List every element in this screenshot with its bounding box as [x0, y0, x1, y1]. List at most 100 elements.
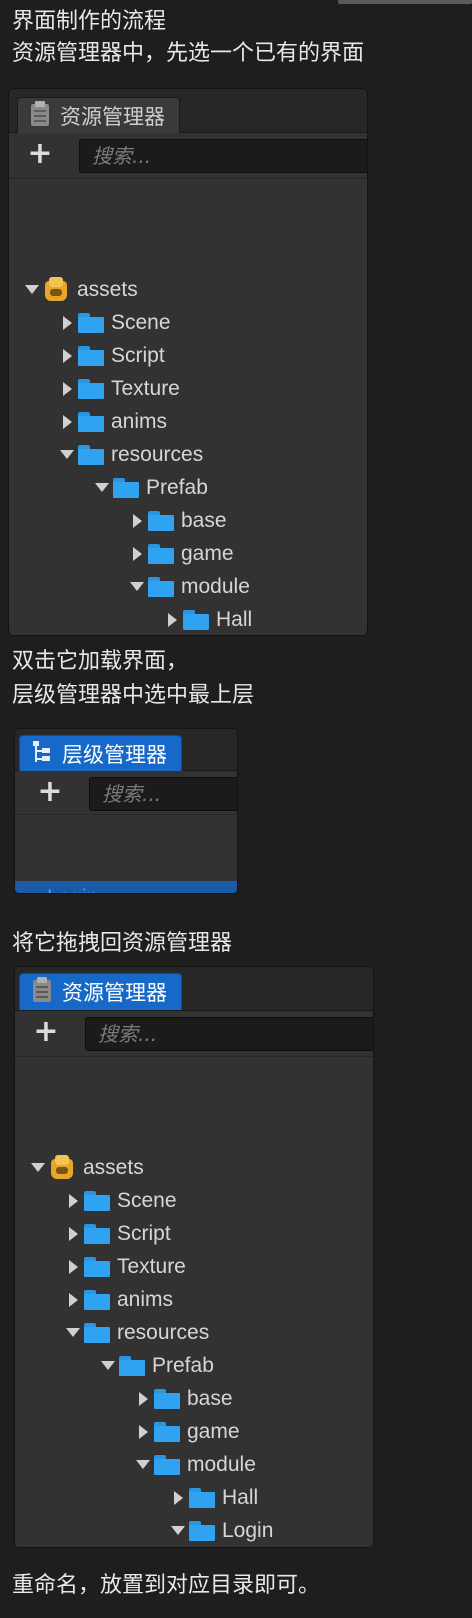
- folder-icon: [84, 1289, 110, 1310]
- tree-row-prefab[interactable]: Prefab: [9, 471, 367, 504]
- assets-db-icon: [49, 1154, 75, 1181]
- collapse-right-arrow-icon[interactable]: [167, 1481, 189, 1514]
- tree-item-label: game: [187, 1419, 240, 1443]
- add-plus-icon[interactable]: +: [31, 1017, 61, 1047]
- tree-row-module[interactable]: module: [9, 570, 367, 603]
- panel-tabbar: 资源管理器: [9, 89, 367, 134]
- add-plus-icon[interactable]: +: [25, 139, 55, 169]
- tree-item-label: anims: [117, 1287, 174, 1311]
- tree-row-base[interactable]: base: [15, 1382, 373, 1415]
- tab-hierarchy-manager[interactable]: 层级管理器: [19, 735, 182, 772]
- tree-row-hall[interactable]: Hall: [9, 603, 367, 635]
- tree-row-resources[interactable]: resources: [15, 1316, 373, 1349]
- collapse-right-arrow-icon[interactable]: [132, 1382, 154, 1415]
- tree-item-label: Hall: [222, 1485, 259, 1509]
- folder-icon: [119, 1355, 145, 1376]
- folder-icon: [154, 1454, 180, 1475]
- tree-row-prefab[interactable]: Prefab: [15, 1349, 373, 1382]
- collapse-right-arrow-icon[interactable]: [62, 1217, 84, 1250]
- collapse-right-arrow-icon[interactable]: [56, 372, 78, 405]
- tree-item-label: assets: [83, 1155, 144, 1179]
- tree-row-hall[interactable]: Hall: [15, 1481, 373, 1514]
- tab-label: 层级管理器: [62, 743, 167, 767]
- tree-row-script[interactable]: Script: [15, 1217, 373, 1250]
- collapse-right-arrow-icon[interactable]: [56, 306, 78, 339]
- tree-row-game[interactable]: game: [15, 1415, 373, 1448]
- folder-icon: [113, 477, 139, 498]
- folder-icon: [189, 1487, 215, 1508]
- caption-title: 界面制作的流程: [12, 9, 167, 34]
- collapse-right-arrow-icon[interactable]: [62, 1184, 84, 1217]
- assets-db-icon: [43, 276, 69, 303]
- tree-item-label: anims: [111, 409, 168, 433]
- expand-down-arrow-icon[interactable]: [91, 471, 113, 504]
- tree-row-assets[interactable]: assets: [9, 273, 367, 306]
- hierarchy-manager-panel: 层级管理器 + 搜索... Loginbtn_login: [14, 728, 238, 894]
- caption-step4: 重命名，放置到对应目录即可。: [12, 1573, 321, 1598]
- folder-icon: [148, 510, 174, 531]
- tree-row-anims[interactable]: anims: [15, 1283, 373, 1316]
- search-input[interactable]: 搜索...: [89, 777, 237, 811]
- tree-row-scene[interactable]: Scene: [15, 1184, 373, 1217]
- tree-item-label: Texture: [117, 1254, 186, 1278]
- tree-row-script[interactable]: Script: [9, 339, 367, 372]
- tree-row-base[interactable]: base: [9, 504, 367, 537]
- tree-item-label: Prefab: [152, 1353, 214, 1377]
- tree-item-label: base: [187, 1386, 233, 1410]
- tree-row-login[interactable]: Login: [15, 1514, 373, 1547]
- tree-row-assets[interactable]: assets: [15, 1151, 373, 1184]
- expand-down-arrow-icon[interactable]: [126, 570, 148, 603]
- expand-down-arrow-icon[interactable]: [56, 438, 78, 471]
- clipboard-icon: [32, 976, 52, 1008]
- expand-down-arrow-icon[interactable]: [27, 1151, 49, 1184]
- tab-asset-manager[interactable]: 资源管理器: [17, 97, 180, 134]
- tree-row-texture[interactable]: Texture: [15, 1250, 373, 1283]
- folder-icon: [148, 576, 174, 597]
- expand-down-arrow-icon[interactable]: [19, 881, 41, 893]
- collapse-right-arrow-icon[interactable]: [126, 537, 148, 570]
- caption-step1: 资源管理器中，先选一个已有的界面: [12, 41, 365, 66]
- collapse-right-arrow-icon[interactable]: [161, 603, 183, 635]
- expand-down-arrow-icon[interactable]: [167, 1514, 189, 1547]
- collapse-right-arrow-icon[interactable]: [132, 1415, 154, 1448]
- tree-row-scene[interactable]: Scene: [9, 306, 367, 339]
- search-input[interactable]: 搜索...: [79, 139, 367, 173]
- folder-icon: [148, 543, 174, 564]
- caption-step2b: 层级管理器中选中最上层: [12, 683, 255, 708]
- hierarchy-tree-icon: [32, 740, 52, 769]
- tree-row-anims[interactable]: anims: [9, 405, 367, 438]
- expand-down-arrow-icon[interactable]: [62, 1316, 84, 1349]
- tree-row-game[interactable]: game: [9, 537, 367, 570]
- asset-manager-panel-1: 资源管理器 + 搜索... assets Scene Script Texture an…: [8, 88, 368, 636]
- tree-row-login[interactable]: Login: [15, 881, 237, 893]
- expand-down-arrow-icon[interactable]: [132, 1448, 154, 1481]
- tree-item-label: Hall: [216, 607, 253, 631]
- tree-item-label: resources: [111, 442, 204, 466]
- folder-icon: [189, 1520, 215, 1541]
- collapse-right-arrow-icon[interactable]: [62, 1250, 84, 1283]
- tree-row-login[interactable]: Login: [15, 1547, 374, 1548]
- tree-item-label: Script: [111, 343, 165, 367]
- tree-row-module[interactable]: module: [15, 1448, 373, 1481]
- collapse-right-arrow-icon[interactable]: [56, 405, 78, 438]
- tree-item-label: Login: [222, 1518, 274, 1542]
- folder-icon: [84, 1223, 110, 1244]
- add-plus-icon[interactable]: +: [35, 777, 65, 807]
- folder-icon: [78, 378, 104, 399]
- folder-icon: [183, 609, 209, 630]
- tree-item-label: Scene: [117, 1188, 177, 1212]
- tree-row-texture[interactable]: Texture: [9, 372, 367, 405]
- tab-label: 资源管理器: [62, 981, 167, 1005]
- tab-label: 资源管理器: [60, 105, 165, 129]
- expand-down-arrow-icon[interactable]: [97, 1349, 119, 1382]
- tree-item-label: Texture: [111, 376, 180, 400]
- tab-asset-manager[interactable]: 资源管理器: [19, 973, 182, 1010]
- tree-row-resources[interactable]: resources: [9, 438, 367, 471]
- collapse-right-arrow-icon[interactable]: [126, 504, 148, 537]
- collapse-right-arrow-icon[interactable]: [62, 1283, 84, 1316]
- folder-icon: [154, 1421, 180, 1442]
- collapse-right-arrow-icon[interactable]: [56, 339, 78, 372]
- expand-down-arrow-icon[interactable]: [21, 273, 43, 306]
- tree-item-label: assets: [77, 277, 138, 301]
- search-input[interactable]: 搜索...: [85, 1017, 373, 1051]
